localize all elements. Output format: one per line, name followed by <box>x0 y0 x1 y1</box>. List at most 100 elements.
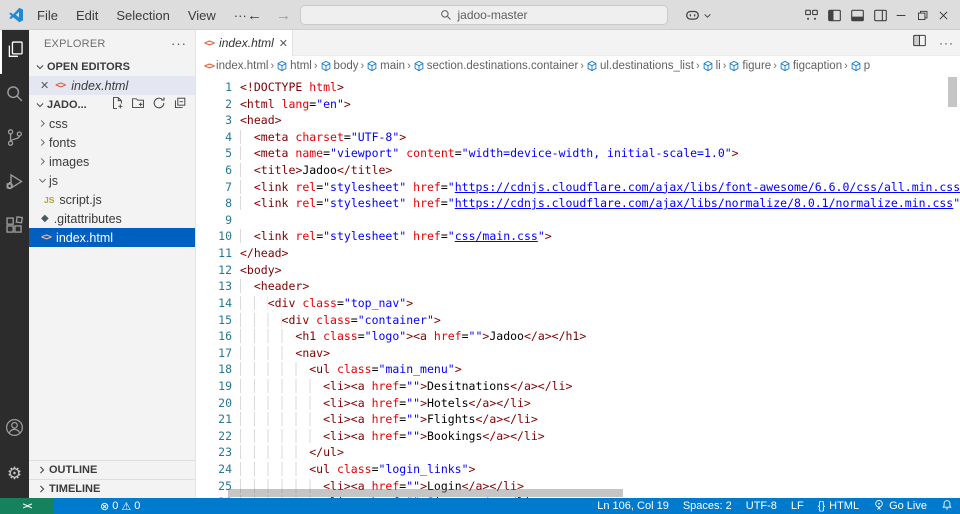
menu-selection[interactable]: Selection <box>107 5 178 26</box>
line-content[interactable] <box>232 212 240 229</box>
new-folder-icon[interactable] <box>131 96 145 113</box>
code-line[interactable]: 14 <div class="top_nav"> <box>196 295 960 312</box>
line-content[interactable]: <body> <box>232 262 282 279</box>
code-line[interactable]: 16 <h1 class="logo"><a href="">Jadoo</a>… <box>196 328 960 345</box>
code-line[interactable]: 21 <li><a href="">Flights</a></li> <box>196 411 960 428</box>
line-number[interactable]: 6 <box>196 162 232 179</box>
new-file-icon[interactable] <box>110 96 124 113</box>
code-line[interactable]: 2<html lang="en"> <box>196 96 960 113</box>
line-content[interactable]: <html lang="en"> <box>232 96 351 113</box>
breadcrumb-item[interactable]: html <box>276 60 312 72</box>
breadcrumb-item[interactable]: figure <box>728 60 771 72</box>
line-number[interactable]: 19 <box>196 378 232 395</box>
line-content[interactable]: <div class="container"> <box>232 312 441 329</box>
line-number[interactable]: 13 <box>196 278 232 295</box>
run-debug-activity-button[interactable] <box>0 162 29 206</box>
menu-view[interactable]: View <box>179 5 225 26</box>
code-line[interactable]: 10 <link rel="stylesheet" href="css/main… <box>196 228 960 245</box>
line-number[interactable]: 14 <box>196 295 232 312</box>
tree-item-gitattributes[interactable]: ◆ .gitattributes <box>29 209 195 228</box>
line-content[interactable]: <ul class="login_links"> <box>232 461 475 478</box>
breadcrumb-item[interactable]: section.destinations.container <box>413 60 579 72</box>
line-number[interactable]: 23 <box>196 444 232 461</box>
code-line[interactable]: 4 <meta charset="UTF-8"> <box>196 129 960 146</box>
line-content[interactable]: <h1 class="logo"><a href="">Jadoo</a></h… <box>232 328 586 345</box>
line-content[interactable]: <title>Jadoo</title> <box>232 162 392 179</box>
vertical-scrollbar[interactable] <box>948 77 957 107</box>
notifications-button[interactable] <box>934 499 960 514</box>
go-forward-icon[interactable]: → <box>276 7 291 24</box>
close-window-icon[interactable] <box>937 9 950 22</box>
breadcrumb-item[interactable]: body <box>320 60 359 72</box>
line-content[interactable]: <meta charset="UTF-8"> <box>232 129 406 146</box>
line-content[interactable]: </ul> <box>232 444 344 461</box>
code-line[interactable]: 8 <link rel="stylesheet" href="https://c… <box>196 195 960 212</box>
cursor-position[interactable]: Ln 106, Col 19 <box>590 500 676 512</box>
code-line[interactable]: 22 <li><a href="">Bookings</a></li> <box>196 428 960 445</box>
split-editor-icon[interactable] <box>912 33 927 53</box>
code-line[interactable]: 5 <meta name="viewport" content="width=d… <box>196 145 960 162</box>
timeline-section-header[interactable]: TIMELINE <box>29 479 195 498</box>
line-content[interactable]: <li><a href="">Desitnations</a></li> <box>232 378 572 395</box>
minimize-icon[interactable] <box>894 8 908 22</box>
code-line[interactable]: 23 </ul> <box>196 444 960 461</box>
breadcrumb-item[interactable]: p <box>850 60 870 72</box>
breadcrumb-item[interactable]: li <box>702 60 721 72</box>
code-line[interactable]: 11</head> <box>196 245 960 262</box>
line-content[interactable]: <link rel="stylesheet" href="https://cdn… <box>232 195 960 212</box>
line-content[interactable]: <nav> <box>232 345 330 362</box>
breadcrumb-item[interactable]: main <box>366 60 405 72</box>
toggle-primary-sidebar-icon[interactable] <box>827 8 842 23</box>
line-number[interactable]: 17 <box>196 345 232 362</box>
explorer-more-actions[interactable]: ··· <box>171 36 187 51</box>
customize-layout-icon[interactable] <box>804 8 819 23</box>
tree-item-fonts[interactable]: fonts <box>29 133 195 152</box>
line-number[interactable]: 7 <box>196 179 232 196</box>
go-live-button[interactable]: Go Live <box>866 499 934 514</box>
line-content[interactable]: </head> <box>232 245 288 262</box>
outline-section-header[interactable]: OUTLINE <box>29 460 195 479</box>
line-number[interactable]: 25 <box>196 478 232 495</box>
code-line[interactable]: 24 <ul class="login_links"> <box>196 461 960 478</box>
toggle-panel-icon[interactable] <box>850 8 865 23</box>
tab-index-html[interactable]: <> index.html ✕ <box>196 30 293 56</box>
command-center-search[interactable]: jadoo-master <box>300 5 668 25</box>
indentation-setting[interactable]: Spaces: 2 <box>676 500 739 512</box>
more-actions-icon[interactable]: ··· <box>939 36 954 50</box>
tree-item-js[interactable]: js <box>29 171 195 190</box>
open-editors-section-header[interactable]: OPEN EDITORS <box>29 57 195 76</box>
line-number[interactable]: 5 <box>196 145 232 162</box>
line-number[interactable]: 11 <box>196 245 232 262</box>
eol-setting[interactable]: LF <box>784 500 811 512</box>
line-number[interactable]: 4 <box>196 129 232 146</box>
line-number[interactable]: 2 <box>196 96 232 113</box>
code-line[interactable]: 18 <ul class="main_menu"> <box>196 361 960 378</box>
line-content[interactable]: <li><a href="">Hotels</a></li> <box>232 395 531 412</box>
go-back-icon[interactable]: ← <box>247 7 262 24</box>
line-number[interactable]: 1 <box>196 79 232 96</box>
code-line[interactable]: 12<body> <box>196 262 960 279</box>
line-content[interactable]: <link rel="stylesheet" href="css/main.cs… <box>232 228 552 245</box>
line-number[interactable]: 20 <box>196 395 232 412</box>
code-line[interactable]: 3<head> <box>196 112 960 129</box>
menu-edit[interactable]: Edit <box>67 5 107 26</box>
code-line[interactable]: 7 <link rel="stylesheet" href="https://c… <box>196 179 960 196</box>
source-control-activity-button[interactable] <box>0 118 29 162</box>
problems-indicator[interactable]: ⊗ 0 ⚠ 0 <box>100 500 140 513</box>
line-content[interactable]: <head> <box>232 112 282 129</box>
tree-item-images[interactable]: images <box>29 152 195 171</box>
line-content[interactable]: <link rel="stylesheet" href="https://cdn… <box>232 179 960 196</box>
code-line[interactable]: 1<!DOCTYPE html> <box>196 79 960 96</box>
line-content[interactable]: <div class="top_nav"> <box>232 295 413 312</box>
line-number[interactable]: 9 <box>196 212 232 229</box>
line-number[interactable]: 10 <box>196 228 232 245</box>
line-content[interactable]: <!DOCTYPE html> <box>232 79 344 96</box>
line-number[interactable]: 24 <box>196 461 232 478</box>
line-content[interactable]: <li><a href="">Bookings</a></li> <box>232 428 545 445</box>
line-content[interactable]: <li><a href="">Flights</a></li> <box>232 411 538 428</box>
breadcrumb-item[interactable]: figcaption <box>779 60 842 72</box>
code-line[interactable]: 9 <box>196 212 960 229</box>
horizontal-scrollbar[interactable] <box>228 489 623 497</box>
code-line[interactable]: 6 <title>Jadoo</title> <box>196 162 960 179</box>
tree-item-index-html[interactable]: <> index.html <box>29 228 195 247</box>
